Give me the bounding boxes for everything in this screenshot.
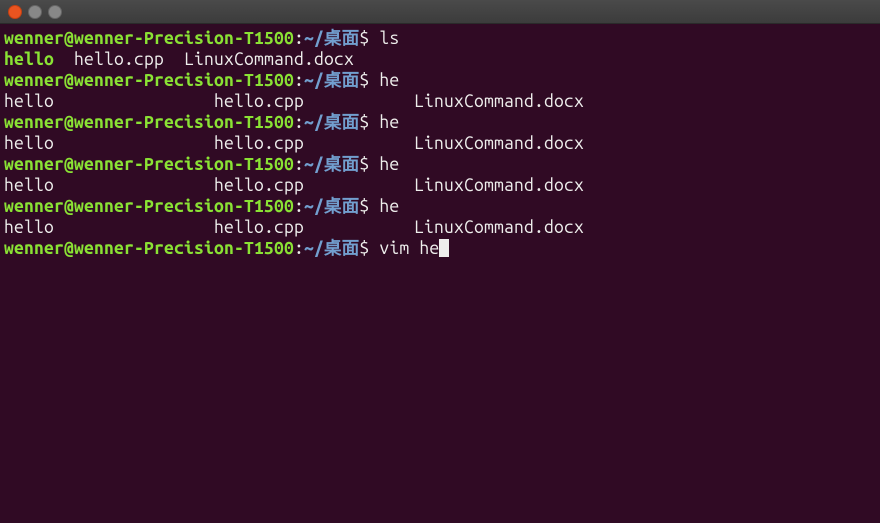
cursor (439, 239, 449, 257)
terminal-area[interactable]: wenner@wenner-Precision-T1500:~/桌面$ lshe… (0, 24, 880, 523)
prompt-dollar: $ (359, 113, 379, 132)
file-name: hello (4, 175, 214, 196)
file-name: LinuxCommand.docx (414, 175, 584, 196)
file-name: LinuxCommand.docx (414, 133, 584, 154)
prompt-colon: : (294, 29, 304, 48)
file-name: hello.cpp (214, 217, 414, 238)
command-text: he (379, 113, 399, 132)
file-executable: hello (4, 50, 54, 69)
maximize-icon[interactable] (48, 5, 62, 19)
minimize-icon[interactable] (28, 5, 42, 19)
prompt-path: ~/桌面 (304, 71, 359, 90)
file-name: hello.cpp (74, 50, 164, 69)
terminal-line: wenner@wenner-Precision-T1500:~/桌面$ he (4, 112, 876, 133)
prompt-user-host: wenner@wenner-Precision-T1500 (4, 155, 294, 174)
prompt-user-host: wenner@wenner-Precision-T1500 (4, 71, 294, 90)
terminal-line: hellohello.cppLinuxCommand.docx (4, 217, 876, 238)
terminal-line: wenner@wenner-Precision-T1500:~/桌面$ he (4, 70, 876, 91)
prompt-path: ~/桌面 (304, 113, 359, 132)
command-text: he (379, 197, 399, 216)
file-name: LinuxCommand.docx (184, 50, 354, 69)
prompt-colon: : (294, 71, 304, 90)
file-name: hello.cpp (214, 91, 414, 112)
terminal-line: wenner@wenner-Precision-T1500:~/桌面$ he (4, 154, 876, 175)
prompt-dollar: $ (359, 71, 379, 90)
terminal-line: wenner@wenner-Precision-T1500:~/桌面$ vim … (4, 238, 876, 259)
titlebar (0, 0, 880, 24)
prompt-path: ~/桌面 (304, 155, 359, 174)
prompt-path: ~/桌面 (304, 239, 359, 258)
prompt-colon: : (294, 239, 304, 258)
file-name: hello (4, 91, 214, 112)
command-text: he (379, 155, 399, 174)
prompt-user-host: wenner@wenner-Precision-T1500 (4, 113, 294, 132)
terminal-window: wenner@wenner-Precision-T1500:~/桌面$ lshe… (0, 0, 880, 523)
command-text: he (379, 71, 399, 90)
prompt-user-host: wenner@wenner-Precision-T1500 (4, 239, 294, 258)
prompt-dollar: $ (359, 29, 379, 48)
prompt-dollar: $ (359, 155, 379, 174)
file-name: hello (4, 217, 214, 238)
terminal-line: hellohello.cppLinuxCommand.docx (4, 175, 876, 196)
terminal-line: hellohello.cppLinuxCommand.docx (4, 133, 876, 154)
prompt-colon: : (294, 155, 304, 174)
command-text: ls (379, 29, 399, 48)
file-name: hello.cpp (214, 133, 414, 154)
prompt-user-host: wenner@wenner-Precision-T1500 (4, 29, 294, 48)
terminal-line: hellohello.cppLinuxCommand.docx (4, 91, 876, 112)
prompt-user-host: wenner@wenner-Precision-T1500 (4, 197, 294, 216)
terminal-line: wenner@wenner-Precision-T1500:~/桌面$ ls (4, 28, 876, 49)
prompt-path: ~/桌面 (304, 29, 359, 48)
file-name: hello.cpp (214, 175, 414, 196)
file-name: LinuxCommand.docx (414, 217, 584, 238)
terminal-line: wenner@wenner-Precision-T1500:~/桌面$ he (4, 196, 876, 217)
prompt-dollar: $ (359, 239, 379, 258)
prompt-dollar: $ (359, 197, 379, 216)
prompt-colon: : (294, 113, 304, 132)
file-name: hello (4, 133, 214, 154)
terminal-line: hello hello.cpp LinuxCommand.docx (4, 49, 876, 70)
file-name: LinuxCommand.docx (414, 91, 584, 112)
prompt-colon: : (294, 197, 304, 216)
close-icon[interactable] (8, 5, 22, 19)
command-text: vim he (379, 239, 439, 258)
prompt-path: ~/桌面 (304, 197, 359, 216)
